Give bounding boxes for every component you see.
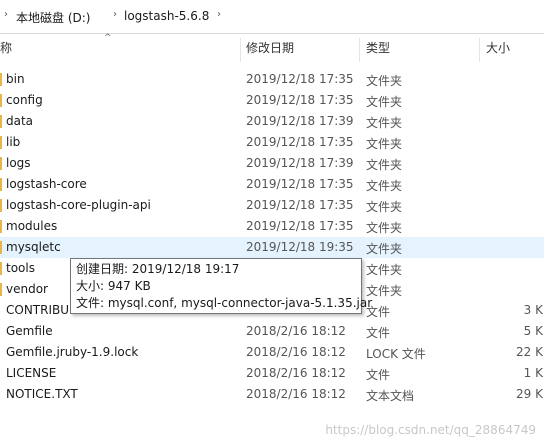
file-type: 文本文档 [366, 389, 415, 403]
folder-icon [0, 220, 2, 233]
file-type: 文件夹 [366, 95, 403, 109]
folder-icon [0, 94, 2, 107]
tooltip-size: 大小: 947 KB [76, 279, 151, 293]
file-row[interactable]: modules 2019/12/18 17:35 文件夹 [0, 216, 544, 237]
file-row[interactable]: bin 2019/12/18 17:35 文件夹 [0, 69, 544, 90]
file-name: lib [6, 135, 21, 149]
file-modified-date: 2019/12/18 17:35 [246, 219, 354, 233]
file-modified-date: 2019/12/18 17:35 [246, 72, 354, 86]
file-size: 29 K [516, 387, 543, 401]
file-name: tools [6, 261, 35, 275]
file-type: 文件 [366, 368, 391, 382]
file-size: 22 K [516, 345, 543, 359]
file-type: 文件夹 [366, 242, 403, 256]
chevron-right-icon[interactable]: › [4, 9, 8, 20]
file-name: config [6, 93, 43, 107]
folder-icon [0, 199, 2, 212]
folder-icon [0, 115, 2, 128]
folder-info-tooltip: 创建日期: 2019/12/18 19:17 大小: 947 KB 文件: my… [70, 258, 373, 314]
file-name: LICENSE [6, 366, 57, 380]
file-modified-date: 2019/12/18 17:39 [246, 156, 354, 170]
file-name: logstash-core-plugin-api [6, 198, 151, 212]
file-row[interactable]: logstash-core-plugin-api 2019/12/18 17:35… [0, 195, 544, 216]
chevron-right-icon[interactable]: › [113, 9, 117, 20]
file-modified-date: 2019/12/18 19:35 [246, 240, 354, 254]
folder-icon [0, 136, 2, 149]
folder-icon [0, 73, 2, 86]
file-size: 1 K [523, 366, 543, 380]
column-header-name[interactable]: 称 [0, 39, 236, 61]
file-row[interactable]: NOTICE.TXT 2018/2/16 18:12 文本文档 29 K [0, 384, 544, 405]
file-row[interactable]: Gemfile 2018/2/16 18:12 文件 5 K [0, 321, 544, 342]
column-divider[interactable] [479, 38, 480, 62]
file-name: modules [6, 219, 58, 233]
address-bar[interactable]: › 本地磁盘 (D:) › logstash-5.6.8 › [0, 0, 544, 34]
file-size: 5 K [523, 324, 543, 338]
file-type: 文件夹 [366, 116, 403, 130]
file-type: 文件夹 [366, 74, 403, 88]
column-header-date[interactable]: 修改日期 [246, 39, 356, 61]
folder-icon [0, 262, 2, 275]
file-row[interactable]: Gemfile.jruby-1.9.lock 2018/2/16 18:12 LOC… [0, 342, 544, 363]
file-row[interactable]: mysqletc 2019/12/18 19:35 文件夹 [0, 237, 544, 258]
file-modified-date: 2019/12/18 17:35 [246, 198, 354, 212]
file-modified-date: 2018/2/16 18:12 [246, 324, 346, 338]
file-row[interactable]: LICENSE 2018/2/16 18:12 文件 1 K [0, 363, 544, 384]
file-name: Gemfile.jruby-1.9.lock [6, 345, 139, 359]
column-divider[interactable] [359, 38, 360, 62]
watermark: https://blog.csdn.net/qq_28864749 [325, 423, 536, 437]
tooltip-created: 创建日期: 2019/12/18 19:17 [76, 262, 240, 276]
file-modified-date: 2018/2/16 18:12 [246, 345, 346, 359]
file-modified-date: 2019/12/18 17:39 [246, 114, 354, 128]
file-type: 文件夹 [366, 263, 403, 277]
folder-icon [0, 241, 2, 254]
column-divider[interactable] [240, 38, 241, 62]
file-type: 文件夹 [366, 179, 403, 193]
file-size: 3 K [523, 303, 543, 317]
file-name: logstash-core [6, 177, 87, 191]
file-type: 文件夹 [366, 221, 403, 235]
file-name: bin [6, 72, 25, 86]
tooltip-files: 文件: mysql.conf, mysql-connector-java-5.1… [76, 296, 373, 310]
file-modified-date: 2018/2/16 18:12 [246, 387, 346, 401]
file-modified-date: 2019/12/18 17:35 [246, 93, 354, 107]
folder-icon [0, 178, 2, 191]
breadcrumb-drive[interactable]: 本地磁盘 (D:) [16, 9, 90, 26]
file-modified-date: 2019/12/18 17:35 [246, 135, 354, 149]
file-type: 文件夹 [366, 158, 403, 172]
file-modified-date: 2018/2/16 18:12 [246, 366, 346, 380]
file-modified-date: 2019/12/18 17:35 [246, 177, 354, 191]
file-type: LOCK 文件 [366, 347, 426, 361]
file-type: 文件 [366, 326, 391, 340]
file-row[interactable]: logstash-core 2019/12/18 17:35 文件夹 [0, 174, 544, 195]
file-row[interactable]: data 2019/12/18 17:39 文件夹 [0, 111, 544, 132]
file-name: CONTRIBU [6, 303, 70, 317]
file-row[interactable]: logs 2019/12/18 17:39 文件夹 [0, 153, 544, 174]
file-name: data [6, 114, 34, 128]
file-row[interactable]: lib 2019/12/18 17:35 文件夹 [0, 132, 544, 153]
column-header-type[interactable]: 类型 [366, 39, 476, 61]
file-name: Gemfile [6, 324, 53, 338]
folder-icon [0, 283, 2, 296]
file-row[interactable]: config 2019/12/18 17:35 文件夹 [0, 90, 544, 111]
file-type: 文件夹 [366, 200, 403, 214]
file-name: mysqletc [6, 240, 61, 254]
chevron-right-icon[interactable]: › [217, 9, 221, 20]
file-type: 文件夹 [366, 137, 403, 151]
file-name: vendor [6, 282, 48, 296]
file-name: NOTICE.TXT [6, 387, 78, 401]
file-name: logs [6, 156, 31, 170]
folder-icon [0, 157, 2, 170]
column-header-size[interactable]: 大小 [486, 39, 544, 61]
breadcrumb-folder[interactable]: logstash-5.6.8 [124, 9, 209, 23]
